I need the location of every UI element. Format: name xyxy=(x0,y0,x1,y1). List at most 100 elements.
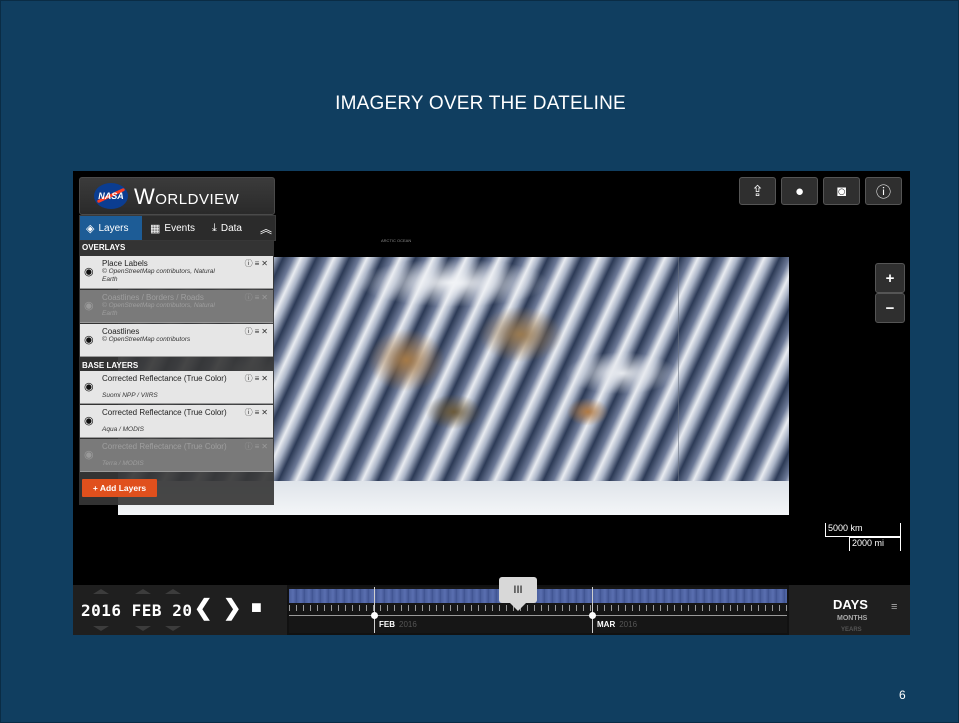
layer-source: © OpenStreetMap contributors xyxy=(102,336,191,343)
dateline-seam xyxy=(678,257,679,515)
month-up-arrow-icon[interactable] xyxy=(135,589,151,594)
worldview-logo[interactable]: NASA Worldview xyxy=(79,177,275,215)
month-marker-mar xyxy=(592,587,593,633)
visibility-eye-icon[interactable]: ◉ xyxy=(84,265,94,278)
zoom-level-days[interactable]: DAYS xyxy=(833,597,868,612)
layer-item-aqua-modis[interactable]: ◉ Corrected Reflectance (True Color) Aqu… xyxy=(80,405,273,438)
share-button[interactable]: ⇪ xyxy=(739,177,776,205)
layer-tools[interactable]: ⓘ≡✕ xyxy=(245,258,270,269)
layer-name: Place Labels xyxy=(102,259,148,268)
layer-item-coastlines-borders-roads[interactable]: ◉ Coastlines / Borders / Roads © OpenStr… xyxy=(80,290,273,323)
layer-source: © OpenStreetMap contributors, Natural Ea… xyxy=(102,302,215,317)
zoom-level-months[interactable]: MONTHS xyxy=(837,615,867,622)
base-layers-heading: BASE LAYERS xyxy=(82,361,139,370)
tab-data[interactable]: ⤓ Data xyxy=(206,216,254,240)
day-down-arrow-icon[interactable] xyxy=(165,626,181,631)
timeline-axis xyxy=(289,615,787,616)
year-down-arrow-icon[interactable] xyxy=(93,626,109,631)
layers-icon: ◈ xyxy=(86,222,95,235)
layer-item-terra-modis[interactable]: ◉ Corrected Reflectance (True Color) Ter… xyxy=(80,439,273,472)
date-selector: 2016 FEB 20 ❮ ❯ ■ xyxy=(73,585,287,635)
hamburger-icon[interactable]: ≡ xyxy=(891,601,897,613)
month-dot-feb xyxy=(371,612,378,619)
tab-events[interactable]: ▦ Events xyxy=(144,216,202,240)
zoom-out-button[interactable]: − xyxy=(875,293,905,323)
overlays-heading: OVERLAYS xyxy=(82,243,126,252)
video-camera-icon[interactable]: ■ xyxy=(251,597,262,618)
timeline-track[interactable]: FEB 2016 MAR 2016 xyxy=(289,587,787,633)
tab-layers[interactable]: ◈ Layers xyxy=(80,216,142,240)
day-up-arrow-icon[interactable] xyxy=(165,589,181,594)
chevron-up-icon: ︽ xyxy=(259,221,272,236)
map-ocean-label: ARCTIC OCEAN xyxy=(381,238,412,243)
visibility-eye-icon[interactable]: ◉ xyxy=(84,380,94,393)
info-icon: ⓘ xyxy=(244,293,255,302)
timeline-handle[interactable]: III xyxy=(499,577,537,611)
scale-bar-km: 5000 km xyxy=(825,523,901,537)
layer-list: OVERLAYS ◉ Place Labels © OpenStreetMap … xyxy=(79,240,274,505)
layer-item-viirs[interactable]: ◉ Corrected Reflectance (True Color) Suo… xyxy=(80,371,273,404)
timeline: 2016 FEB 20 ❮ ❯ ■ FEB2016 MAR2016 III xyxy=(73,577,910,635)
calendar-icon: ▦ xyxy=(150,222,161,235)
close-icon: ✕ xyxy=(261,442,270,451)
add-layers-button[interactable]: + Add Layers xyxy=(82,479,157,497)
layer-name: Corrected Reflectance (True Color) xyxy=(102,408,227,417)
nasa-logo-icon: NASA xyxy=(94,183,128,209)
download-icon: ⤓ xyxy=(212,221,217,234)
snapshot-button[interactable]: ◙ xyxy=(823,177,860,205)
info-icon: ⓘ xyxy=(244,442,255,451)
panel-tabs: ◈ Layers ▦ Events ⤓ Data ︽ xyxy=(79,215,276,241)
info-icon: ⓘ xyxy=(244,374,255,383)
close-icon: ✕ xyxy=(261,259,270,268)
layer-tools[interactable]: ⓘ≡✕ xyxy=(245,407,270,418)
layer-tools[interactable]: ⓘ≡✕ xyxy=(245,373,270,384)
layer-name: Coastlines / Borders / Roads xyxy=(102,293,204,302)
layer-item-place-labels[interactable]: ◉ Place Labels © OpenStreetMap contribut… xyxy=(80,256,273,289)
layer-item-coastlines[interactable]: ◉ Coastlines © OpenStreetMap contributor… xyxy=(80,324,273,357)
zoom-level-years[interactable]: YEARS xyxy=(841,627,862,633)
current-date[interactable]: 2016 FEB 20 xyxy=(81,601,192,620)
layer-panel: ◈ Layers ▦ Events ⤓ Data ︽ OVERLAYS ◉ Pl… xyxy=(79,215,276,505)
info-button[interactable]: ⓘ xyxy=(865,177,902,205)
layer-name: Corrected Reflectance (True Color) xyxy=(102,374,227,383)
zoom-in-button[interactable]: + xyxy=(875,263,905,293)
close-icon: ✕ xyxy=(261,327,270,336)
layer-source: Terra / MODIS xyxy=(102,460,144,467)
visibility-eye-icon[interactable]: ◉ xyxy=(84,448,94,461)
collapse-panel-button[interactable]: ︽ xyxy=(258,216,274,240)
layer-tools[interactable]: ⓘ≡✕ xyxy=(245,441,270,452)
next-day-icon[interactable]: ❯ xyxy=(223,595,241,621)
month-dot-mar xyxy=(589,612,596,619)
visibility-eye-icon[interactable]: ◉ xyxy=(84,299,94,312)
share-icon: ⇪ xyxy=(751,183,764,200)
data-availability-band xyxy=(289,589,787,603)
worldview-app: ARCTIC OCEAN NASA Worldview ◈ Layers ▦ E… xyxy=(73,171,910,635)
info-icon: ⓘ xyxy=(244,408,255,417)
app-name: Worldview xyxy=(134,184,240,209)
visibility-eye-icon[interactable]: ◉ xyxy=(84,414,94,427)
slide-number: 6 xyxy=(899,688,906,702)
projection-button[interactable]: ● xyxy=(781,177,818,205)
layer-tools[interactable]: ⓘ≡✕ xyxy=(245,292,270,303)
layer-source: Suomi NPP / VIIRS xyxy=(102,392,158,399)
camera-icon: ◙ xyxy=(836,182,847,200)
month-marker-feb xyxy=(374,587,375,633)
visibility-eye-icon[interactable]: ◉ xyxy=(84,333,94,346)
info-icon: ⓘ xyxy=(244,259,255,268)
info-icon: ⓘ xyxy=(875,183,891,201)
year-up-arrow-icon[interactable] xyxy=(93,589,109,594)
scale-bar-mi: 2000 mi xyxy=(849,537,901,551)
slide-title: IMAGERY OVER THE DATELINE xyxy=(335,93,626,114)
month-down-arrow-icon[interactable] xyxy=(135,626,151,631)
timeline-zoom-selector[interactable]: DAYS MONTHS YEARS ≡ xyxy=(789,585,910,635)
month-label-mar: MAR 2016 xyxy=(597,620,638,629)
day-ticks xyxy=(289,605,787,611)
close-icon: ✕ xyxy=(261,293,270,302)
layer-name: Coastlines xyxy=(102,327,140,336)
slide: IMAGERY OVER THE DATELINE ARCTIC OCEAN N… xyxy=(0,0,959,723)
previous-day-icon[interactable]: ❮ xyxy=(194,595,212,621)
info-icon: ⓘ xyxy=(244,327,255,336)
layer-tools[interactable]: ⓘ≡✕ xyxy=(245,326,270,337)
close-icon: ✕ xyxy=(261,374,270,383)
close-icon: ✕ xyxy=(261,408,270,417)
